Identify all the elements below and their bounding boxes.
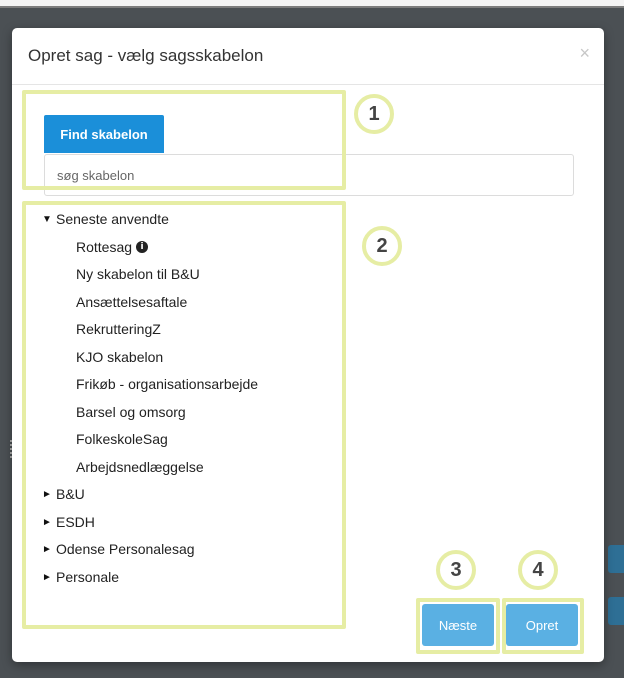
callout-frame-next — [416, 598, 500, 654]
callout-frame-tree — [22, 201, 346, 629]
create-case-dialog: Opret sag - vælg sagsskabelon × Find ska… — [12, 28, 604, 662]
callout-badge: 1 — [354, 94, 394, 134]
dialog-title: Opret sag - vælg sagsskabelon — [28, 46, 264, 65]
callout-badge: 4 — [518, 550, 558, 590]
callout-frame-search — [22, 90, 346, 190]
browser-top-strip — [0, 0, 624, 8]
background-button-edge — [608, 597, 624, 625]
background-button-edge — [608, 545, 624, 573]
dialog-header: Opret sag - vælg sagsskabelon × — [12, 28, 604, 85]
callout-badge: 2 — [362, 226, 402, 266]
close-icon[interactable]: × — [579, 43, 590, 64]
callout-frame-create — [502, 598, 584, 654]
callout-badge: 3 — [436, 550, 476, 590]
